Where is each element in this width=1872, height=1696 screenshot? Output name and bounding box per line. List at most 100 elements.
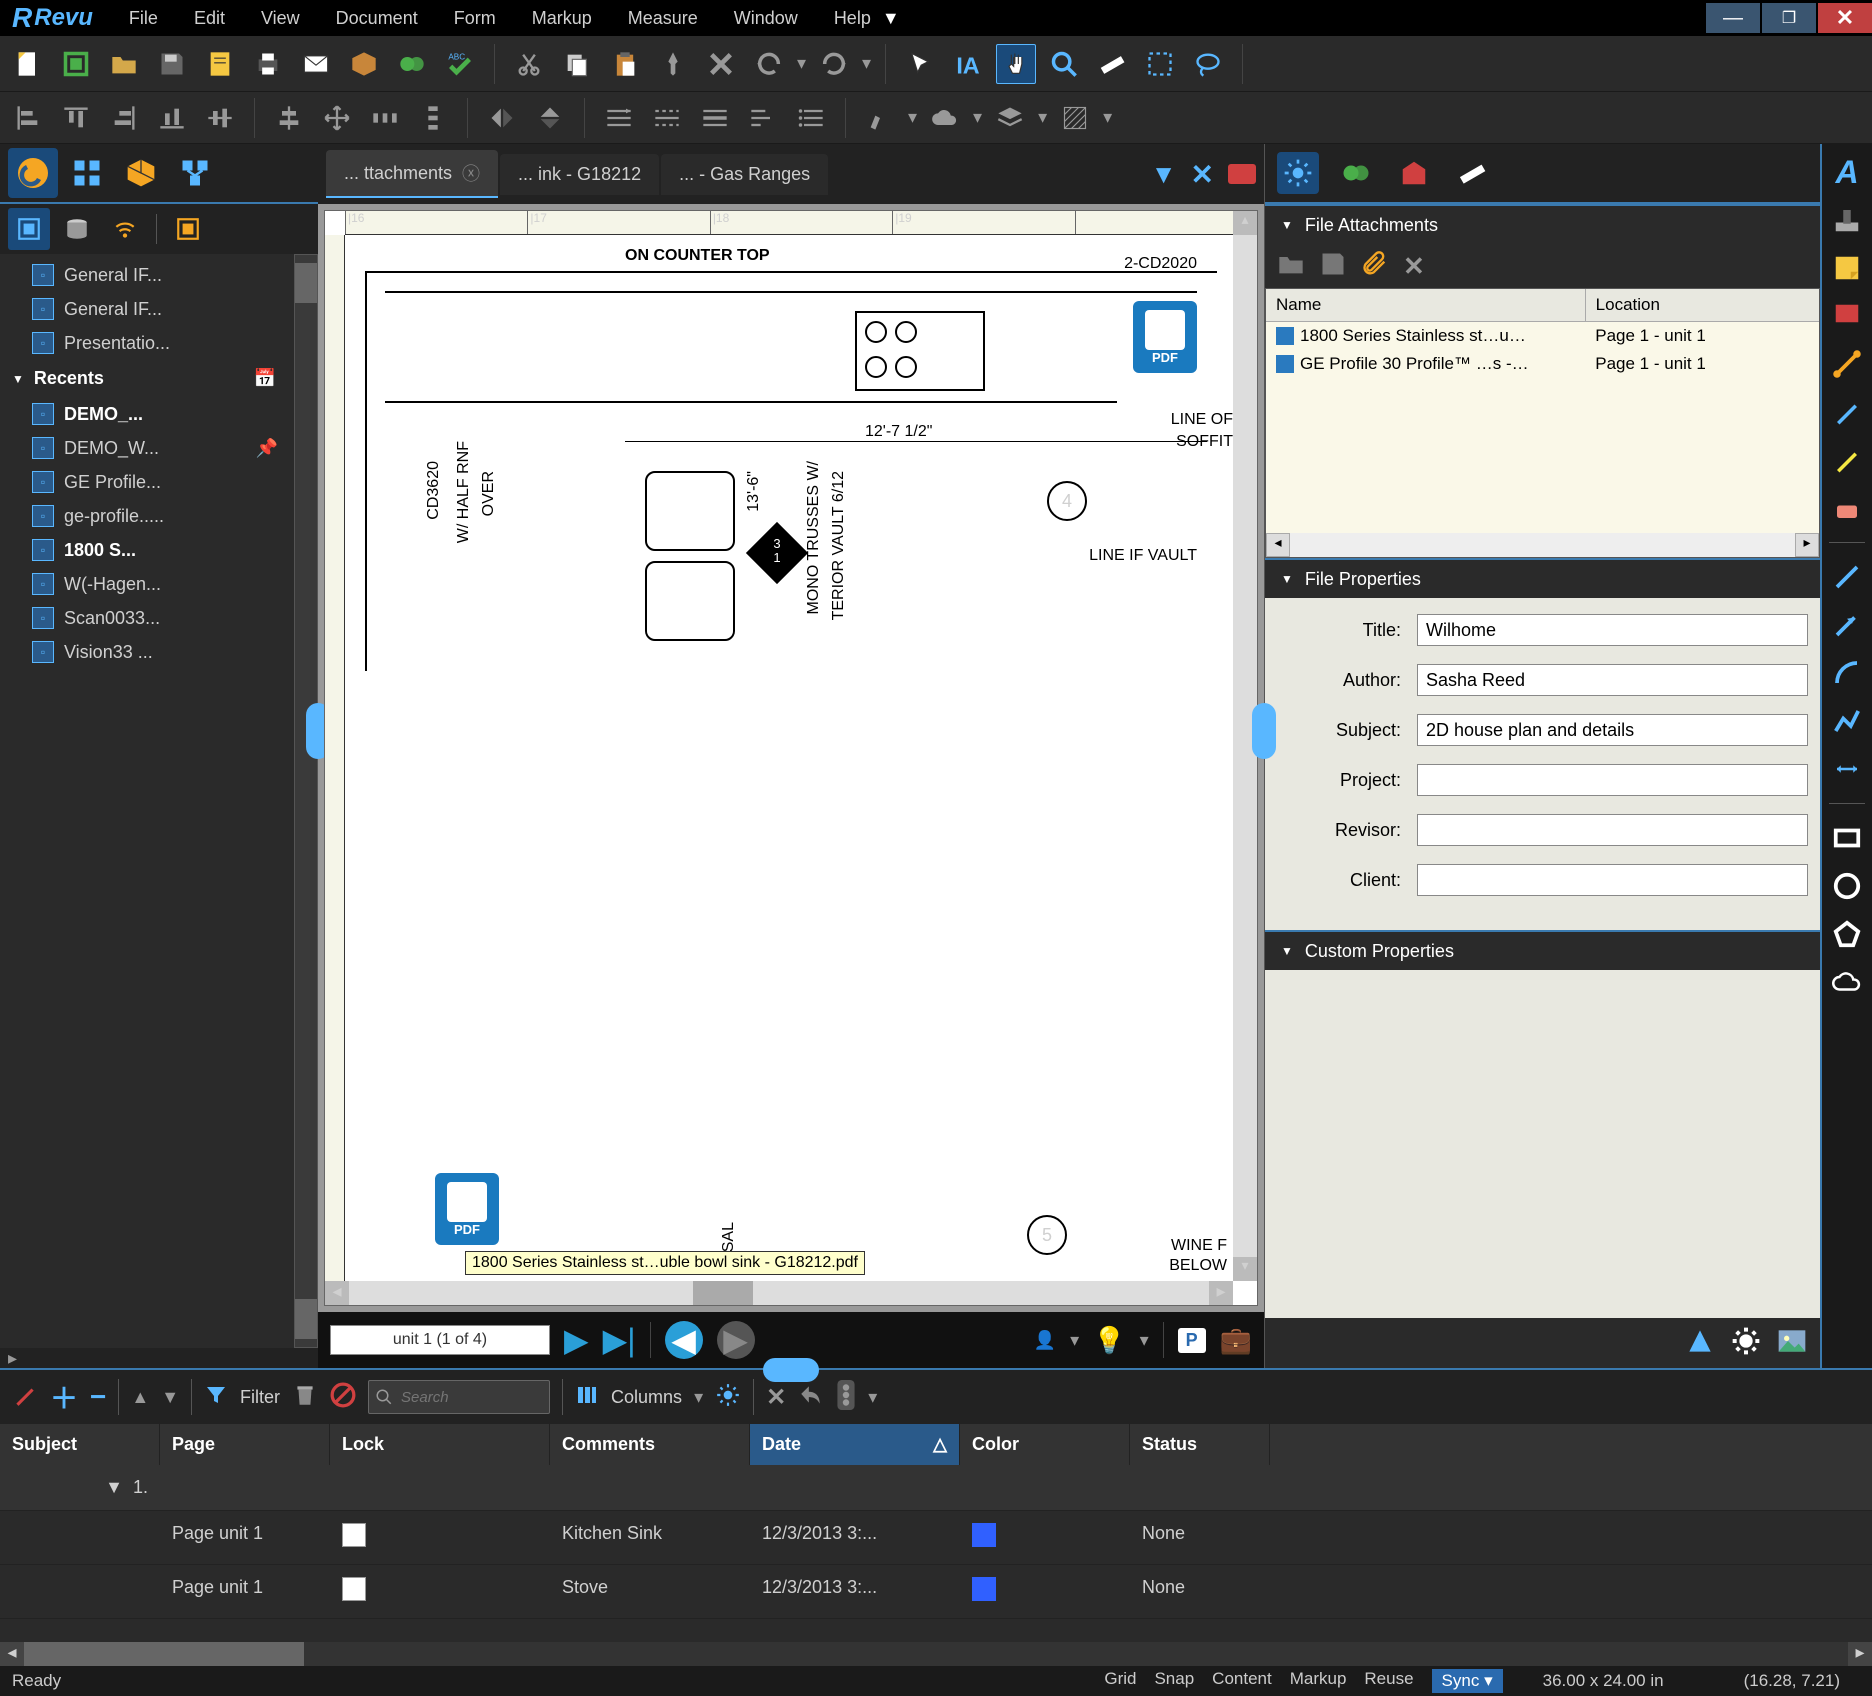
- user-icon[interactable]: 👤: [1034, 1330, 1056, 1351]
- undo-dropdown-icon[interactable]: ▾: [797, 53, 806, 74]
- new-file-icon[interactable]: [8, 44, 48, 84]
- tree-item[interactable]: ▫1800 S...: [0, 533, 318, 567]
- pin-icon[interactable]: 📌: [256, 438, 278, 459]
- remove-markup-icon[interactable]: −: [90, 1381, 106, 1413]
- line-tool-icon[interactable]: [1827, 557, 1867, 597]
- highlight-tool-icon[interactable]: [1827, 440, 1867, 480]
- toggle-snap[interactable]: Snap: [1154, 1669, 1194, 1693]
- tree-item[interactable]: ▫Presentatio...: [0, 326, 318, 360]
- collapse-icon[interactable]: ▲: [131, 1387, 149, 1408]
- file-attachments-header[interactable]: ▼File Attachments: [1265, 204, 1820, 244]
- print-icon[interactable]: [248, 44, 288, 84]
- toggle-grid[interactable]: Grid: [1104, 1669, 1136, 1693]
- gear-tool-icon[interactable]: [1730, 1325, 1762, 1362]
- settings-icon[interactable]: [715, 1382, 741, 1413]
- refresh-files-icon[interactable]: [167, 208, 209, 250]
- window-dropdown-icon[interactable]: ▼: [871, 8, 911, 29]
- tree-item[interactable]: ▫General IF...: [0, 258, 318, 292]
- pdf-attachment-icon[interactable]: PDF: [1133, 301, 1197, 373]
- tab-thumbnails-icon[interactable]: [62, 148, 112, 198]
- tree-item[interactable]: ▫General IF...: [0, 292, 318, 326]
- col-comments[interactable]: Comments: [550, 1424, 750, 1465]
- shape-tool-icon[interactable]: [1684, 1325, 1716, 1362]
- align-center-v-icon[interactable]: [269, 98, 309, 138]
- menu-help[interactable]: Help: [834, 8, 871, 29]
- tab-3d-icon[interactable]: [116, 148, 166, 198]
- briefcase-icon[interactable]: 💼: [1220, 1325, 1252, 1356]
- markup-pen-icon[interactable]: [12, 1382, 38, 1413]
- menu-form[interactable]: Form: [454, 8, 496, 29]
- document-canvas[interactable]: |16|17|18|19 ON COUNTER TOP 2-CD2020 12'…: [324, 210, 1258, 1306]
- window-close-button[interactable]: ✕: [1818, 3, 1872, 33]
- custom-properties-header[interactable]: ▼Custom Properties: [1265, 930, 1820, 970]
- text-tool-icon[interactable]: A: [1827, 152, 1867, 192]
- columns-label[interactable]: Columns: [611, 1387, 682, 1408]
- panel-handle-right[interactable]: [1252, 703, 1276, 759]
- menu-edit[interactable]: Edit: [194, 8, 225, 29]
- nav-fwd-icon[interactable]: ▶: [717, 1321, 755, 1359]
- record-icon[interactable]: [1228, 164, 1256, 184]
- pin-icon[interactable]: [653, 44, 693, 84]
- pan-icon[interactable]: [996, 44, 1036, 84]
- undo-icon[interactable]: [749, 44, 789, 84]
- tree-item[interactable]: ▫DEMO_W...📌: [0, 431, 318, 465]
- align-left-icon[interactable]: [8, 98, 48, 138]
- paste-icon[interactable]: [605, 44, 645, 84]
- col-page[interactable]: Page: [160, 1424, 330, 1465]
- notes-icon[interactable]: [200, 44, 240, 84]
- image-tool-icon[interactable]: [1776, 1325, 1808, 1362]
- page-number-input[interactable]: [330, 1325, 550, 1355]
- markup-row[interactable]: Page unit 1 Kitchen Sink 12/3/2013 3:...…: [0, 1511, 1872, 1565]
- col-lock[interactable]: Lock: [330, 1424, 550, 1465]
- menu-document[interactable]: Document: [336, 8, 418, 29]
- polygon-tool-icon[interactable]: [1827, 914, 1867, 954]
- copy-icon[interactable]: [557, 44, 597, 84]
- crop-tool-icon[interactable]: [1827, 344, 1867, 384]
- menu-view[interactable]: View: [261, 8, 300, 29]
- close-markup-icon[interactable]: ✕: [766, 1383, 786, 1412]
- prop-input-author[interactable]: [1417, 664, 1808, 696]
- move-icon[interactable]: [317, 98, 357, 138]
- arc-tool-icon[interactable]: [1827, 653, 1867, 693]
- redo-dropdown-icon[interactable]: ▾: [862, 53, 871, 74]
- align-top-icon[interactable]: [56, 98, 96, 138]
- attach-row[interactable]: 1800 Series Stainless st…u…Page 1 - unit…: [1266, 322, 1819, 350]
- bulb-icon[interactable]: 💡: [1093, 1325, 1125, 1356]
- save-attach-icon[interactable]: [1319, 250, 1347, 283]
- zoom-icon[interactable]: [1044, 44, 1084, 84]
- tab-close-all-icon[interactable]: ✕: [1191, 158, 1214, 191]
- polyline-tool-icon[interactable]: [1827, 701, 1867, 741]
- stamp-tool-icon[interactable]: [1827, 200, 1867, 240]
- line-style-3-icon[interactable]: [695, 98, 735, 138]
- tab-file-access-icon[interactable]: [8, 148, 58, 198]
- flip-h-icon[interactable]: [482, 98, 522, 138]
- arrow-tool-icon[interactable]: [1827, 605, 1867, 645]
- pointer-icon[interactable]: [900, 44, 940, 84]
- flip-v-icon[interactable]: [530, 98, 570, 138]
- wifi-icon[interactable]: [104, 208, 146, 250]
- tab-structures-icon[interactable]: [170, 148, 220, 198]
- package-icon[interactable]: [344, 44, 384, 84]
- tree-item[interactable]: ▫Vision33 ...: [0, 635, 318, 669]
- folder-icon[interactable]: [104, 44, 144, 84]
- check-icon[interactable]: ABC: [440, 44, 480, 84]
- cloud-icon[interactable]: [925, 98, 965, 138]
- circle-tool-icon[interactable]: [1827, 866, 1867, 906]
- measure-icon[interactable]: [1092, 44, 1132, 84]
- text-select-icon[interactable]: IA: [948, 44, 988, 84]
- nav-back-icon[interactable]: ◀: [665, 1321, 703, 1359]
- tab-studio-icon[interactable]: [1335, 152, 1377, 194]
- lasso-icon[interactable]: [1188, 44, 1228, 84]
- attach-row[interactable]: GE Profile 30 Profile™ …s -…Page 1 - uni…: [1266, 350, 1819, 378]
- prop-input-revisor[interactable]: [1417, 814, 1808, 846]
- tab-dropdown-icon[interactable]: ▼: [1151, 159, 1177, 190]
- toggle-markup[interactable]: Markup: [1290, 1669, 1347, 1693]
- tab-properties-icon[interactable]: [1277, 152, 1319, 194]
- pen-tool-icon[interactable]: [1827, 392, 1867, 432]
- markup-search-input[interactable]: [393, 1381, 543, 1413]
- tree-item[interactable]: ▫W(-Hagen...: [0, 567, 318, 601]
- prop-input-subject[interactable]: [1417, 714, 1808, 746]
- paperclip-icon[interactable]: [1361, 250, 1389, 283]
- text-style-icon[interactable]: [743, 98, 783, 138]
- tree-item[interactable]: ▫ge-profile.....: [0, 499, 318, 533]
